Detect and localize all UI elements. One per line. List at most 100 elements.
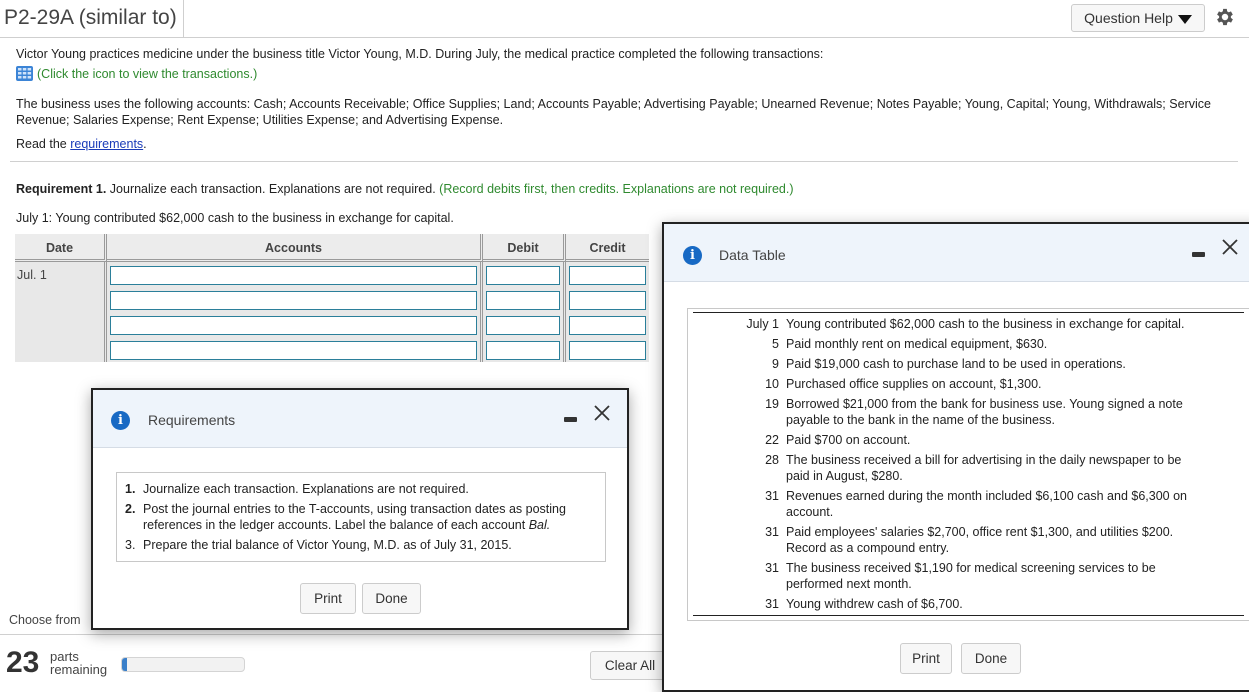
transaction-date: 31: [765, 561, 779, 575]
requirement-text: Journalize each transaction. Explanation…: [143, 482, 469, 496]
page-header: P2-29A (similar to) Question Help: [0, 0, 1249, 38]
journal-entry-table: Date Accounts Debit Credit Jul. 1: [15, 234, 649, 362]
debit-input[interactable]: [486, 316, 560, 335]
transaction-date: 22: [765, 433, 779, 447]
print-button[interactable]: Print: [900, 643, 952, 674]
transaction-row: 31 Paid employees' salaries $2,700, offic…: [693, 524, 1244, 556]
accounts-text: The business uses the following accounts…: [16, 97, 1211, 127]
page-title: P2-29A (similar to): [4, 0, 184, 37]
requirements-dialog-header[interactable]: i Requirements: [93, 390, 627, 448]
data-table-dialog-header[interactable]: i Data Table: [664, 224, 1249, 282]
requirement-number: 3.: [125, 538, 136, 552]
credit-input[interactable]: [569, 266, 646, 285]
transaction-date: 28: [765, 453, 779, 467]
transactions-link[interactable]: (Click the icon to view the transactions…: [37, 67, 257, 81]
print-button[interactable]: Print: [300, 583, 356, 614]
credit-column: [566, 262, 649, 362]
account-input[interactable]: [110, 291, 477, 310]
requirements-link[interactable]: requirements: [70, 137, 143, 151]
transaction-row: 28 The business received a bill for adver…: [693, 452, 1244, 484]
accounts-column: [107, 262, 483, 362]
requirement-number: 1.: [125, 482, 136, 496]
info-icon: i: [111, 411, 130, 430]
close-icon[interactable]: [1221, 238, 1239, 256]
footer-divider: [0, 634, 664, 635]
transaction-description: The business received a bill for adverti…: [786, 453, 1182, 483]
journal-header-row: Date Accounts Debit Credit: [15, 234, 649, 262]
account-input[interactable]: [110, 266, 477, 285]
requirement-item: 2. Post the journal entries to the T-acc…: [125, 501, 597, 533]
clear-all-button[interactable]: Clear All: [590, 651, 670, 680]
transaction-date: 31: [765, 525, 779, 539]
debit-input[interactable]: [486, 266, 560, 285]
requirement-item: 3. Prepare the trial balance of Victor Y…: [125, 537, 597, 553]
debit-column: [483, 262, 566, 362]
credit-input[interactable]: [569, 316, 646, 335]
requirement-item: 1. Journalize each transaction. Explanat…: [125, 481, 597, 497]
transaction-date: 10: [765, 377, 779, 391]
done-button[interactable]: Done: [362, 583, 421, 614]
header-date: Date: [15, 234, 107, 262]
question-help-label: Question Help: [1084, 10, 1173, 26]
transaction-row: 19 Borrowed $21,000 from the bank for bus…: [693, 396, 1244, 428]
account-input[interactable]: [110, 316, 477, 335]
header-accounts: Accounts: [107, 234, 483, 262]
transaction-description: Paid monthly rent on medical equipment, …: [786, 337, 1048, 351]
credit-input[interactable]: [569, 291, 646, 310]
requirements-dialog: i Requirements 1. Journalize each transa…: [91, 388, 629, 630]
data-table-dialog: i Data Table July 1 Young contributed $62…: [662, 222, 1249, 692]
transaction-row: 9 Paid $19,000 cash to purchase land to b…: [693, 356, 1244, 372]
transactions-table: July 1 Young contributed $62,000 cash to …: [687, 308, 1249, 621]
transactions-list: July 1 Young contributed $62,000 cash to …: [693, 312, 1244, 616]
header-credit: Credit: [566, 234, 649, 262]
choose-from-label: Choose from: [9, 613, 81, 627]
minimize-icon[interactable]: [564, 417, 577, 422]
requirement-text: Journalize each transaction. Explanation…: [106, 182, 440, 196]
transaction-row: 31 Young withdrew cash of $6,700.: [693, 596, 1244, 612]
transaction-row: 31 Revenues earned during the month inclu…: [693, 488, 1244, 520]
read-prefix: Read the: [16, 137, 71, 151]
requirement-text: Prepare the trial balance of Victor Youn…: [143, 538, 512, 552]
transaction-description: Borrowed $21,000 from the bank for busin…: [786, 397, 1183, 427]
info-icon: i: [683, 246, 702, 265]
done-button[interactable]: Done: [961, 643, 1021, 674]
account-input[interactable]: [110, 341, 477, 360]
progress-bar: [121, 657, 245, 672]
question-help-button[interactable]: Question Help: [1071, 4, 1205, 32]
requirement-text: Post the journal entries to the T-accoun…: [143, 502, 566, 532]
transaction-row: 31 The business received $1,190 for medic…: [693, 560, 1244, 592]
question-intro: Victor Young practices medicine under th…: [16, 46, 1238, 152]
debit-input[interactable]: [486, 291, 560, 310]
section-divider: [10, 161, 1238, 162]
requirements-list: 1. Journalize each transaction. Explanat…: [116, 472, 606, 562]
transaction-prompt: July 1: Young contributed $62,000 cash t…: [16, 211, 454, 225]
parts-remaining-label: parts remaining: [50, 650, 107, 676]
parts-remaining-count: 23: [6, 646, 40, 679]
close-icon[interactable]: [593, 404, 611, 422]
read-suffix: .: [143, 137, 147, 151]
requirement-number: 2.: [125, 502, 136, 516]
header-debit: Debit: [483, 234, 566, 262]
minimize-icon[interactable]: [1192, 252, 1205, 257]
transaction-description: The business received $1,190 for medical…: [786, 561, 1156, 591]
transaction-date: 31: [765, 489, 779, 503]
requirement-label: Requirement 1.: [16, 182, 107, 196]
transaction-row: 10 Purchased office supplies on account, …: [693, 376, 1244, 392]
transaction-row: 5 Paid monthly rent on medical equipment,…: [693, 336, 1244, 352]
requirement-italic: Bal.: [528, 518, 551, 532]
data-table-dialog-title: Data Table: [719, 247, 786, 263]
transaction-date: 9: [772, 357, 779, 371]
caret-down-icon: [1177, 14, 1192, 24]
transaction-date: 5: [772, 337, 779, 351]
parts-label-line2: remaining: [50, 662, 108, 677]
entry-date: Jul. 1: [15, 262, 107, 362]
requirement-hint: (Record debits first, then credits. Expl…: [439, 182, 794, 196]
requirements-dialog-title: Requirements: [148, 412, 236, 428]
debit-input[interactable]: [486, 341, 560, 360]
credit-input[interactable]: [569, 341, 646, 360]
transaction-description: Paid $19,000 cash to purchase land to be…: [786, 357, 1126, 371]
table-grid-icon[interactable]: [16, 66, 33, 81]
gear-icon[interactable]: [1214, 6, 1236, 28]
intro-text: Victor Young practices medicine under th…: [16, 47, 824, 61]
requirement-1-instructions: Requirement 1. Journalize each transacti…: [16, 181, 794, 197]
